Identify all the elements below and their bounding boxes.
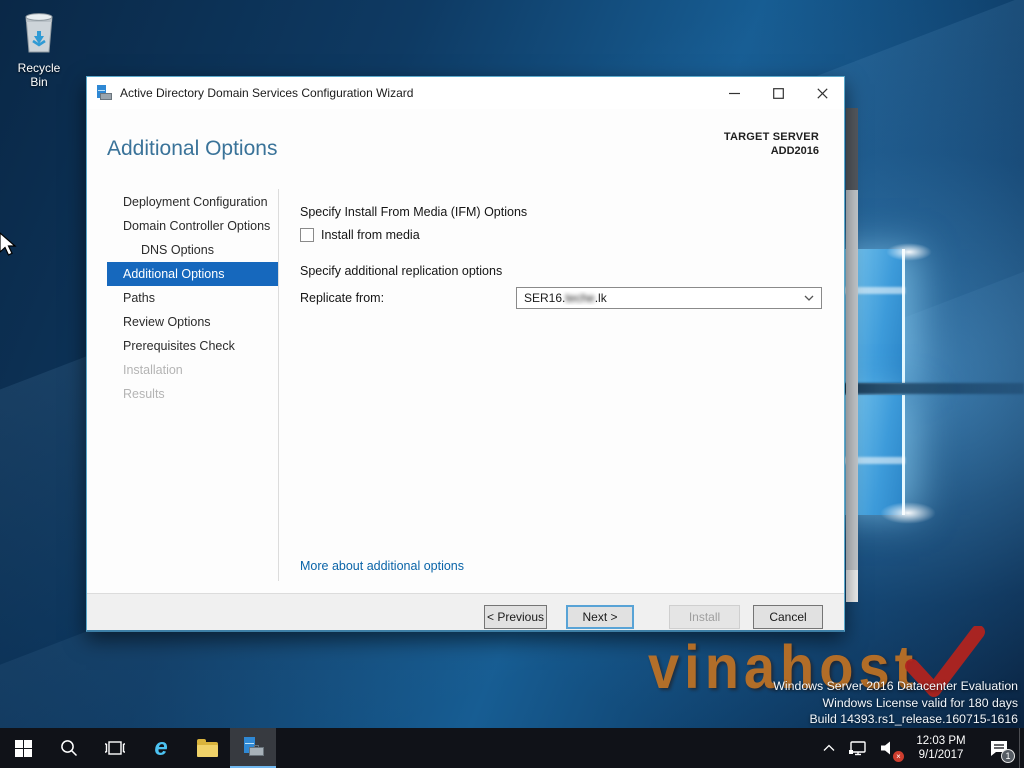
network-icon: [849, 741, 866, 756]
replicate-from-label: Replicate from:: [300, 291, 385, 305]
chevron-up-icon: [823, 744, 835, 751]
nav-item-deployment-configuration[interactable]: Deployment Configuration: [107, 190, 278, 214]
show-desktop-button[interactable]: [1019, 728, 1024, 768]
nav-item-review-options[interactable]: Review Options: [107, 310, 278, 334]
notification-count-badge: 1: [1001, 749, 1015, 763]
install-from-media-label[interactable]: Install from media: [321, 228, 420, 242]
background-window-edge: [846, 108, 858, 602]
nav-item-results: Results: [123, 387, 165, 401]
server-manager-icon: [96, 85, 112, 101]
window-title: Active Directory Domain Services Configu…: [120, 86, 414, 100]
recycle-bin-icon: [25, 13, 53, 53]
task-view-icon: [105, 741, 125, 755]
next-button[interactable]: Next >: [566, 605, 634, 629]
desktop: Recycle Bin Active Directory Domain Serv…: [0, 0, 1024, 768]
nav-item-paths[interactable]: Paths: [107, 286, 278, 310]
file-explorer-icon: [196, 739, 218, 757]
maximize-button[interactable]: [756, 77, 800, 109]
maximize-icon: [772, 87, 784, 99]
replicate-from-value: SER16.teche.lk: [524, 291, 607, 305]
nav-item-domain-controller-options[interactable]: Domain Controller Options: [107, 214, 278, 238]
wallpaper-glow: [880, 502, 936, 524]
adds-configuration-wizard-window: Active Directory Domain Services Configu…: [86, 76, 845, 632]
previous-button[interactable]: < Previous: [484, 605, 547, 629]
action-center-button[interactable]: 1: [979, 728, 1019, 768]
replicate-from-dropdown[interactable]: SER16.teche.lk: [516, 287, 822, 309]
minimize-icon: [728, 92, 740, 94]
install-from-media-checkbox[interactable]: [300, 228, 314, 242]
more-about-additional-options-link[interactable]: More about additional options: [300, 559, 464, 573]
close-button[interactable]: [800, 77, 844, 109]
window-titlebar[interactable]: Active Directory Domain Services Configu…: [87, 77, 844, 109]
network-tray-button[interactable]: [843, 728, 873, 768]
close-icon: [816, 87, 828, 99]
ifm-section-heading: Specify Install From Media (IFM) Options: [300, 205, 528, 219]
clock-date: 9/1/2017: [918, 749, 964, 761]
wizard-header: Additional Options TARGET SERVER ADD2016: [87, 109, 844, 185]
nav-item-prerequisites-check[interactable]: Prerequisites Check: [107, 334, 278, 358]
nav-item-installation: Installation: [123, 363, 183, 377]
redacted-text: teche: [565, 291, 595, 305]
file-explorer-button[interactable]: [184, 728, 230, 768]
replication-section-heading: Specify additional replication options: [300, 264, 503, 278]
mouse-cursor: [0, 232, 17, 256]
windows-logo-icon: [14, 739, 32, 757]
recycle-bin[interactable]: Recycle Bin: [8, 8, 70, 89]
start-button[interactable]: [0, 728, 46, 768]
target-server-block: TARGET SERVER ADD2016: [724, 131, 819, 157]
chevron-down-icon: [804, 295, 814, 301]
clock-time: 12:03 PM: [916, 735, 966, 747]
nav-item-dns-options[interactable]: DNS Options: [107, 238, 278, 262]
license-watermark: Windows Server 2016 Datacenter Evaluatio…: [773, 678, 1018, 728]
license-line-1: Windows Server 2016 Datacenter Evaluatio…: [773, 679, 1018, 693]
taskbar-clock[interactable]: 12:03 PM 9/1/2017: [903, 734, 979, 762]
wizard-nav: Deployment Configuration Domain Controll…: [107, 190, 278, 406]
wallpaper-glow: [886, 243, 932, 261]
install-button: Install: [669, 605, 740, 629]
internet-explorer-button[interactable]: e: [138, 728, 184, 768]
nav-divider: [278, 189, 279, 581]
recycle-bin-label: Recycle Bin: [17, 61, 61, 89]
cancel-button[interactable]: Cancel: [753, 605, 823, 629]
license-line-2: Windows License valid for 180 days: [822, 695, 1018, 710]
nav-item-additional-options[interactable]: Additional Options: [107, 262, 278, 286]
server-manager-button[interactable]: [230, 728, 276, 768]
page-title: Additional Options: [107, 137, 278, 160]
task-view-button[interactable]: [92, 728, 138, 768]
taskbar: e × 12:03 PM 9/1/2017 1: [0, 728, 1024, 768]
show-hidden-icons-button[interactable]: [815, 728, 843, 768]
search-icon: [61, 740, 78, 757]
install-from-media-row: Install from media: [300, 228, 420, 242]
search-button[interactable]: [46, 728, 92, 768]
target-server-value: ADD2016: [770, 145, 819, 157]
internet-explorer-icon: e: [154, 734, 168, 761]
volume-muted-badge: ×: [893, 751, 904, 762]
target-server-label: TARGET SERVER: [723, 131, 819, 143]
license-line-3: Build 14393.rs1_release.160715-1616: [809, 712, 1018, 726]
minimize-button[interactable]: [712, 77, 756, 109]
server-manager-icon: [242, 737, 264, 757]
volume-tray-button[interactable]: ×: [873, 728, 904, 768]
